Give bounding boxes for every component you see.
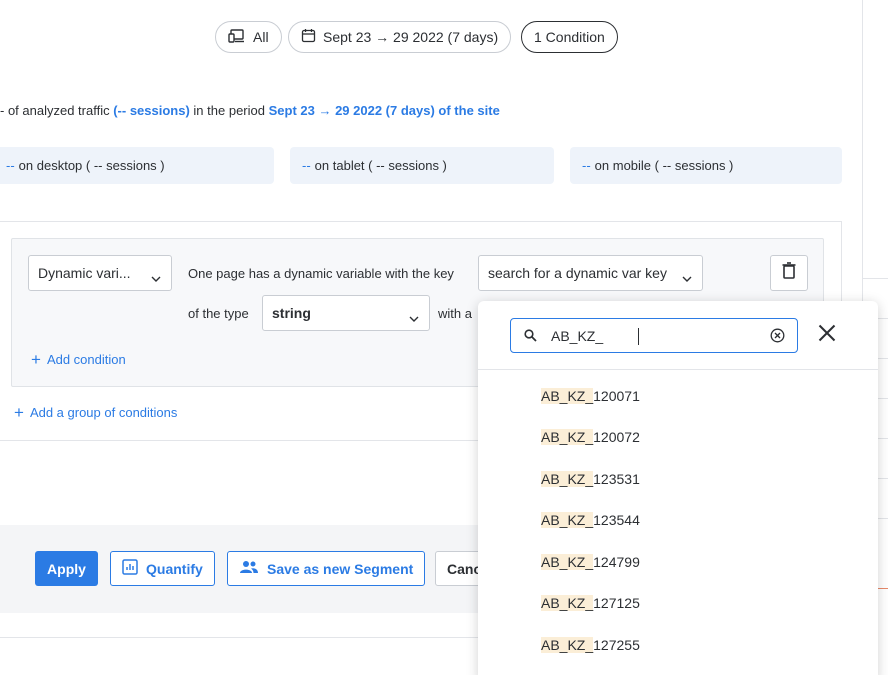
add-condition-label: Add condition xyxy=(46,352,126,367)
dynamic-var-key-select[interactable]: search for a dynamic var key xyxy=(478,255,703,291)
summary-sessions-link[interactable]: (-- sessions) xyxy=(113,103,190,118)
key-option[interactable]: AB_KZ_124799 xyxy=(541,554,640,570)
desktop-label: on desktop ( -- sessions ) xyxy=(18,158,165,173)
conditions-label: 1 Condition xyxy=(534,29,605,45)
with-label: with a xyxy=(438,306,472,321)
value-type-select[interactable]: string xyxy=(262,295,430,331)
mobile-value: -- xyxy=(582,158,591,173)
delete-condition-button[interactable] xyxy=(770,255,808,291)
mobile-stat: -- on mobile ( -- sessions ) xyxy=(570,147,842,184)
date-range-pill[interactable]: Sept 23 → 29 2022 (7 days) xyxy=(288,21,512,53)
search-icon xyxy=(524,329,537,347)
apply-label: Apply xyxy=(47,560,86,577)
key-option[interactable]: AB_KZ_123544 xyxy=(541,512,640,528)
chevron-down-icon xyxy=(409,309,419,325)
condition-description: One page has a dynamic variable with the… xyxy=(188,266,454,281)
traffic-summary: - of analyzed traffic (-- sessions) in t… xyxy=(0,103,500,118)
key-option[interactable]: AB_KZ_120071 xyxy=(541,388,640,404)
quantify-button[interactable]: Quantify xyxy=(110,551,215,586)
add-group-label: Add a group of conditions xyxy=(29,405,178,420)
clear-search-icon[interactable] xyxy=(770,328,785,348)
save-segment-button[interactable]: Save as new Segment xyxy=(227,551,426,586)
chevron-down-icon xyxy=(151,269,161,285)
text-cursor xyxy=(638,328,639,345)
apply-button[interactable]: Apply xyxy=(35,551,98,586)
plus-icon: + xyxy=(31,350,41,369)
tablet-value: -- xyxy=(302,158,311,173)
device-filter-label: All xyxy=(253,29,269,45)
close-icon[interactable] xyxy=(818,324,836,347)
desktop-stat: -- on desktop ( -- sessions ) xyxy=(0,147,274,184)
condition-type-select[interactable]: Dynamic vari... xyxy=(28,255,172,291)
cancel-label: Canc xyxy=(447,560,482,577)
tablet-stat: -- on tablet ( -- sessions ) xyxy=(290,147,554,184)
calendar-icon xyxy=(301,28,316,46)
save-segment-label: Save as new Segment xyxy=(267,560,414,577)
chevron-down-icon xyxy=(682,269,692,285)
value-type-value: string xyxy=(272,305,311,321)
key-option[interactable]: AB_KZ_127125 xyxy=(541,595,640,611)
dropdown-divider xyxy=(478,369,878,370)
summary-period-link[interactable]: Sept 23 → 29 2022 (7 days) of the site xyxy=(269,103,500,118)
condition-type-value: Dynamic vari... xyxy=(38,265,131,281)
tablet-label: on tablet ( -- sessions ) xyxy=(314,158,447,173)
dynamic-var-key-dropdown: AB_KZ_120071 AB_KZ_120072 AB_KZ_123531 A… xyxy=(478,301,878,675)
device-filter-pill[interactable]: All xyxy=(215,21,282,53)
bar-chart-icon xyxy=(122,559,138,578)
key-option[interactable]: AB_KZ_127255 xyxy=(541,637,640,653)
key-option[interactable]: AB_KZ_120072 xyxy=(541,429,640,445)
date-range-label: Sept 23 → 29 2022 (7 days) xyxy=(323,29,499,45)
key-option[interactable]: AB_KZ_123531 xyxy=(541,471,640,487)
devices-icon xyxy=(228,28,246,46)
key-search-input[interactable] xyxy=(551,326,761,346)
key-search-field[interactable] xyxy=(510,318,798,353)
dynamic-var-key-value: search for a dynamic var key xyxy=(488,265,667,281)
add-condition-link[interactable]: + Add condition xyxy=(31,350,126,369)
quantify-label: Quantify xyxy=(146,560,203,577)
summary-middle: in the period xyxy=(193,103,265,118)
type-label: of the type xyxy=(188,306,249,321)
add-group-link[interactable]: + Add a group of conditions xyxy=(14,403,178,422)
desktop-value: -- xyxy=(6,158,15,173)
mobile-label: on mobile ( -- sessions ) xyxy=(594,158,734,173)
trash-icon xyxy=(782,262,796,284)
summary-prefix: - of analyzed traffic xyxy=(0,103,110,118)
plus-icon: + xyxy=(14,403,24,422)
users-icon xyxy=(239,560,259,577)
conditions-pill[interactable]: 1 Condition xyxy=(521,21,618,53)
